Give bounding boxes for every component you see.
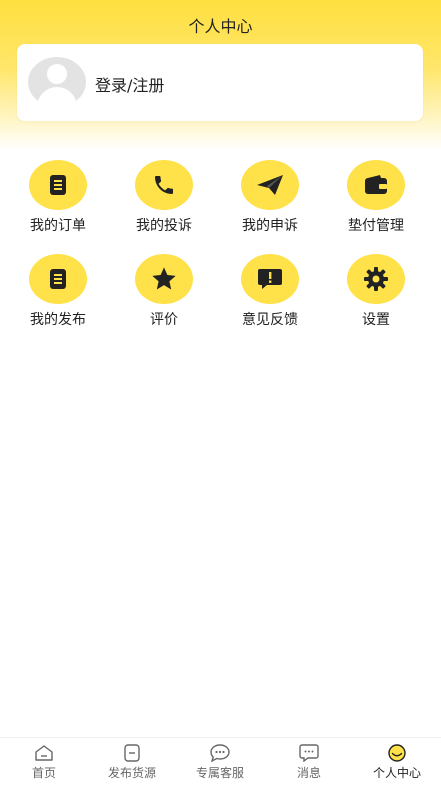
menu-item-feedback[interactable]: 意见反馈	[220, 254, 320, 329]
publish-icon	[124, 744, 140, 762]
tab-service[interactable]: 专属客服	[176, 744, 264, 781]
menu-item-my-complaints[interactable]: 我的投诉	[114, 160, 214, 235]
menu-item-label: 评价	[150, 312, 178, 328]
message-icon	[299, 744, 319, 762]
menu-item-my-appeals[interactable]: 我的申诉	[220, 160, 320, 235]
tab-messages[interactable]: 消息	[265, 744, 353, 781]
phone-icon	[155, 176, 173, 194]
tab-publish[interactable]: 发布货源	[88, 744, 176, 781]
service-chat-icon	[210, 744, 230, 762]
login-register-link[interactable]: 登录/注册	[95, 72, 164, 96]
menu-item-label: 我的投诉	[136, 218, 192, 234]
menu-item-label: 垫付管理	[348, 218, 404, 234]
home-icon	[35, 745, 53, 761]
menu-item-advance-payment[interactable]: 垫付管理	[326, 160, 426, 235]
document-list-icon	[50, 269, 66, 289]
gear-icon	[364, 267, 388, 291]
avatar[interactable]	[28, 57, 86, 107]
tab-profile[interactable]: 个人中心	[353, 744, 441, 781]
menu-item-rating[interactable]: 评价	[114, 254, 214, 329]
tab-label: 首页	[31, 766, 56, 780]
tab-label: 消息	[296, 766, 321, 780]
login-card[interactable]: 登录/注册	[17, 44, 423, 121]
star-icon	[152, 267, 176, 290]
menu-item-label: 意见反馈	[242, 312, 298, 328]
tab-label: 专属客服	[195, 766, 244, 780]
menu-item-label: 我的订单	[30, 218, 86, 234]
menu-item-label: 设置	[362, 312, 390, 328]
tab-home[interactable]: 首页	[0, 744, 88, 781]
profile-icon	[388, 744, 406, 762]
bottom-tab-bar: 首页 发布货源 专属客服 消息 个人中心	[0, 737, 441, 792]
page-title: 个人中心	[188, 17, 253, 36]
wallet-icon	[365, 175, 387, 194]
order-list-icon	[50, 175, 66, 195]
tab-label: 发布货源	[107, 766, 156, 780]
menu-item-settings[interactable]: 设置	[326, 254, 426, 329]
menu-item-label: 我的申诉	[242, 218, 298, 234]
tab-label: 个人中心	[372, 766, 421, 780]
menu-item-my-posts[interactable]: 我的发布	[8, 254, 108, 329]
menu-item-label: 我的发布	[30, 312, 86, 328]
feedback-icon	[258, 269, 282, 289]
paper-plane-icon	[257, 175, 283, 195]
menu-item-my-orders[interactable]: 我的订单	[8, 160, 108, 235]
